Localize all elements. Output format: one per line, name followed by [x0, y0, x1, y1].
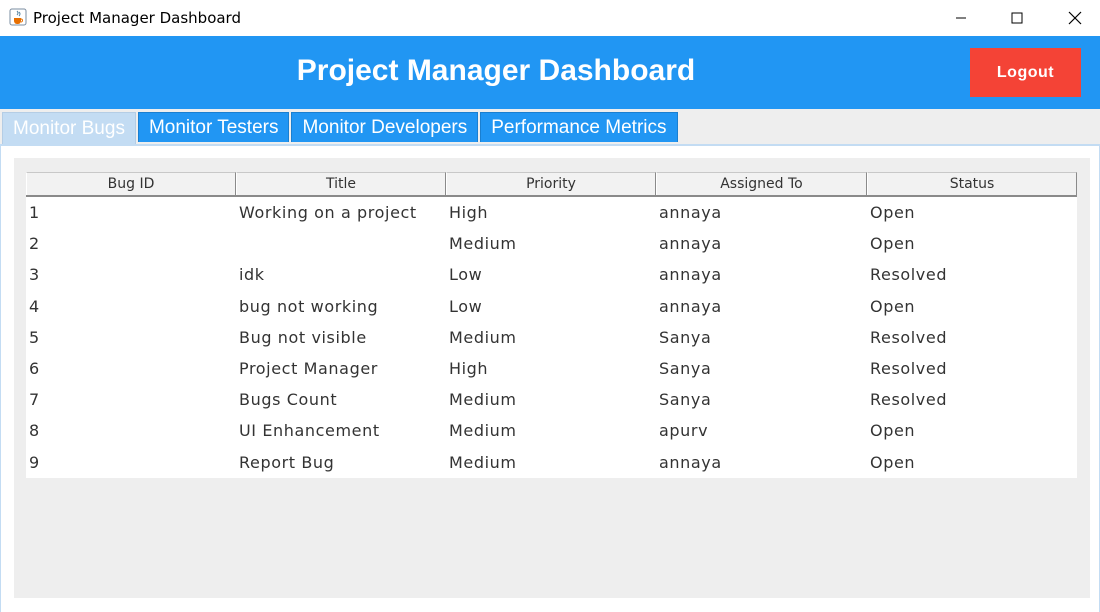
cell-status[interactable]: Open [867, 453, 1077, 472]
minimize-icon [956, 17, 966, 19]
cell-title[interactable]: bug not working [236, 297, 446, 316]
table-row[interactable]: 8 UI Enhancement Medium apurv Open [26, 415, 1077, 446]
table-row[interactable]: 2 Medium annaya Open [26, 228, 1077, 259]
cell-priority[interactable]: Medium [446, 234, 656, 253]
bugs-table: Bug ID Title Priority Assigned To Status… [26, 172, 1077, 478]
table-row[interactable]: 3 idk Low annaya Resolved [26, 259, 1077, 290]
cell-assigned-to[interactable]: annaya [656, 234, 867, 253]
tab-strip: Monitor Bugs Monitor Testers Monitor Dev… [2, 112, 680, 144]
column-header-priority[interactable]: Priority [446, 172, 656, 195]
cell-priority[interactable]: High [446, 359, 656, 378]
cell-priority[interactable]: Low [446, 265, 656, 284]
cell-bug-id[interactable]: 7 [26, 390, 236, 409]
cell-priority[interactable]: High [446, 203, 656, 222]
cell-assigned-to[interactable]: annaya [656, 203, 867, 222]
table-body: 1 Working on a project High annaya Open … [26, 197, 1077, 478]
cell-title[interactable]: Project Manager [236, 359, 446, 378]
cell-assigned-to[interactable]: Sanya [656, 390, 867, 409]
cell-assigned-to[interactable]: apurv [656, 421, 867, 440]
table-row[interactable]: 6 Project Manager High Sanya Resolved [26, 353, 1077, 384]
close-button[interactable] [1052, 0, 1098, 36]
cell-title[interactable]: Working on a project [236, 203, 446, 222]
cell-priority[interactable]: Medium [446, 453, 656, 472]
column-header-bug-id[interactable]: Bug ID [26, 172, 236, 195]
cell-bug-id[interactable]: 8 [26, 421, 236, 440]
table-row[interactable]: 4 bug not working Low annaya Open [26, 291, 1077, 322]
cell-bug-id[interactable]: 3 [26, 265, 236, 284]
dashboard-header: Project Manager Dashboard Logout [0, 36, 1100, 109]
cell-title[interactable]: UI Enhancement [236, 421, 446, 440]
cell-status[interactable]: Open [867, 234, 1077, 253]
cell-bug-id[interactable]: 9 [26, 453, 236, 472]
cell-priority[interactable]: Medium [446, 421, 656, 440]
cell-bug-id[interactable]: 6 [26, 359, 236, 378]
tab-monitor-testers[interactable]: Monitor Testers [137, 112, 290, 142]
cell-bug-id[interactable]: 1 [26, 203, 236, 222]
cell-status[interactable]: Open [867, 297, 1077, 316]
minimize-button[interactable] [938, 0, 984, 36]
tab-performance-metrics[interactable]: Performance Metrics [480, 112, 678, 142]
logout-button[interactable]: Logout [970, 48, 1081, 97]
window-titlebar: Project Manager Dashboard [0, 0, 1100, 36]
cell-priority[interactable]: Medium [446, 328, 656, 347]
close-icon [1068, 11, 1082, 25]
cell-bug-id[interactable]: 2 [26, 234, 236, 253]
maximize-icon [1011, 12, 1023, 24]
table-row[interactable]: 5 Bug not visible Medium Sanya Resolved [26, 322, 1077, 353]
cell-status[interactable]: Resolved [867, 390, 1077, 409]
table-row[interactable]: 7 Bugs Count Medium Sanya Resolved [26, 384, 1077, 415]
cell-priority[interactable]: Medium [446, 390, 656, 409]
cell-title[interactable]: Bugs Count [236, 390, 446, 409]
cell-assigned-to[interactable]: annaya [656, 297, 867, 316]
cell-title[interactable]: idk [236, 265, 446, 284]
cell-status[interactable]: Resolved [867, 359, 1077, 378]
window-title: Project Manager Dashboard [33, 9, 241, 27]
table-row[interactable]: 9 Report Bug Medium annaya Open [26, 447, 1077, 478]
cell-priority[interactable]: Low [446, 297, 656, 316]
cell-status[interactable]: Resolved [867, 265, 1077, 284]
cell-assigned-to[interactable]: Sanya [656, 328, 867, 347]
cell-bug-id[interactable]: 4 [26, 297, 236, 316]
cell-assigned-to[interactable]: annaya [656, 453, 867, 472]
cell-assigned-to[interactable]: annaya [656, 265, 867, 284]
table-header: Bug ID Title Priority Assigned To Status [26, 172, 1077, 197]
column-header-title[interactable]: Title [236, 172, 446, 195]
maximize-button[interactable] [994, 0, 1040, 36]
column-header-status[interactable]: Status [867, 172, 1077, 195]
tab-monitor-bugs[interactable]: Monitor Bugs [2, 112, 136, 144]
cell-title[interactable]: Report Bug [236, 453, 446, 472]
table-row[interactable]: 1 Working on a project High annaya Open [26, 197, 1077, 228]
cell-status[interactable]: Resolved [867, 328, 1077, 347]
cell-status[interactable]: Open [867, 421, 1077, 440]
cell-title[interactable]: Bug not visible [236, 328, 446, 347]
cell-assigned-to[interactable]: Sanya [656, 359, 867, 378]
java-cup-icon [9, 8, 27, 26]
page-title: Project Manager Dashboard [296, 54, 696, 87]
cell-bug-id[interactable]: 5 [26, 328, 236, 347]
tab-monitor-developers[interactable]: Monitor Developers [291, 112, 479, 142]
cell-status[interactable]: Open [867, 203, 1077, 222]
column-header-assigned-to[interactable]: Assigned To [656, 172, 867, 195]
